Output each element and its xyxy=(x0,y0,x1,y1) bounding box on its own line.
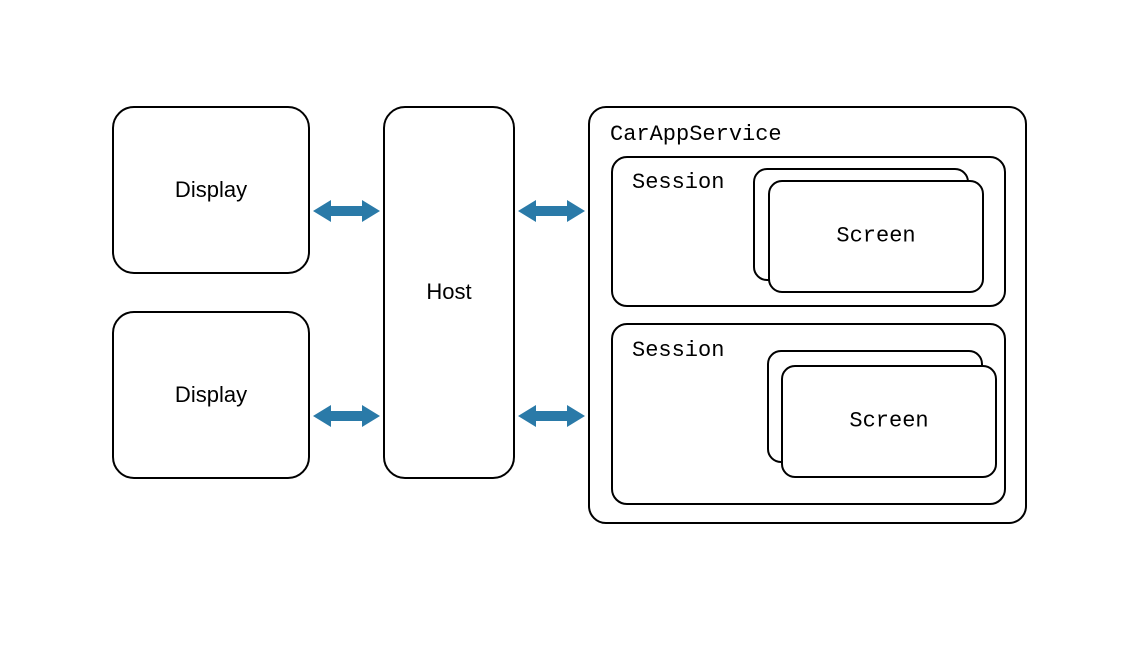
car-app-service-title: CarAppService xyxy=(610,122,782,147)
host-label: Host xyxy=(426,279,471,305)
display-label-top: Display xyxy=(175,177,247,203)
arrow-display-top-host xyxy=(313,196,380,226)
session-title-top: Session xyxy=(632,170,724,195)
display-label-bottom: Display xyxy=(175,382,247,408)
arrow-display-bottom-host xyxy=(313,401,380,431)
arrow-host-service-top xyxy=(518,196,585,226)
arrow-host-service-bottom xyxy=(518,401,585,431)
session-title-bottom: Session xyxy=(632,338,724,363)
architecture-diagram: Display Display Host CarAppService Sessi… xyxy=(0,0,1141,651)
screen-label-top: Screen xyxy=(836,224,915,249)
screen-label-bottom: Screen xyxy=(849,409,928,434)
